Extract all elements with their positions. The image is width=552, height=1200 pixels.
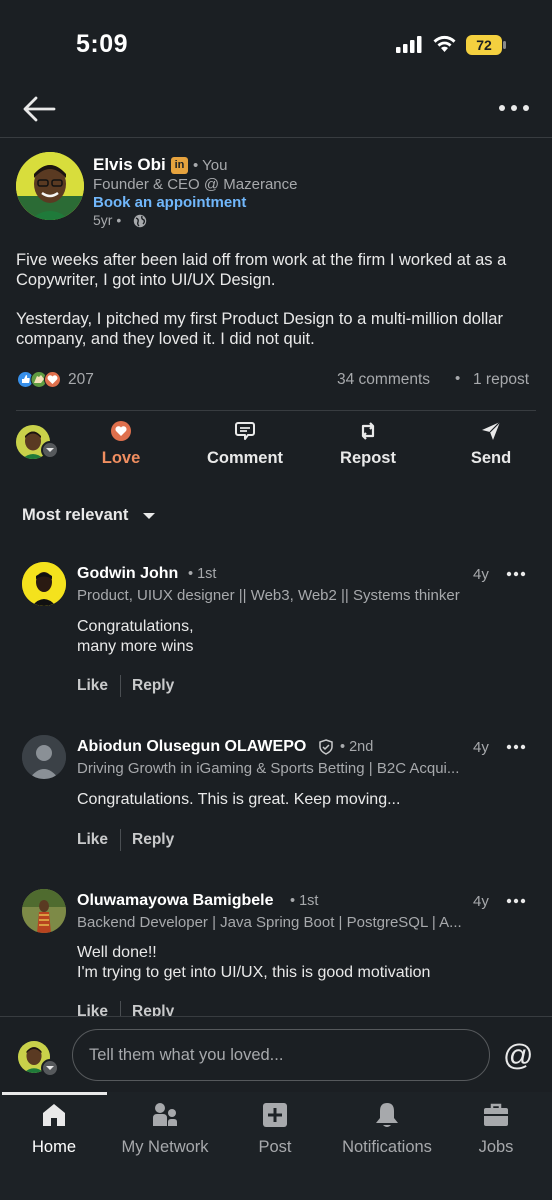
- connection-degree: • 2nd: [340, 739, 374, 755]
- comment-time: 4y: [473, 893, 489, 910]
- nav-post[interactable]: Post: [246, 1100, 304, 1157]
- send-label: Send: [470, 449, 512, 467]
- comment-line: many more wins: [77, 638, 194, 655]
- battery-icon: 72: [466, 35, 506, 55]
- comment-composer: @: [0, 1016, 552, 1092]
- commenter-headline: Backend Developer | Java Spring Boot | P…: [77, 914, 462, 931]
- comment-more-icon[interactable]: [506, 743, 526, 751]
- repost-label: Repost: [340, 449, 396, 467]
- commenter-name[interactable]: Oluwamayowa Bamigbele: [77, 892, 274, 910]
- repost-count[interactable]: 1 repost: [473, 371, 529, 389]
- comment-text: Congratulations. This is great. Keep mov…: [77, 790, 527, 810]
- like-comment-button[interactable]: Like: [77, 677, 108, 695]
- author-headline: Founder & CEO @ Mazerance: [93, 176, 298, 193]
- love-icon: [111, 421, 131, 441]
- verified-shield-icon: [319, 739, 333, 755]
- comment-label: Comment: [206, 449, 284, 467]
- reply-comment-button[interactable]: Reply: [132, 677, 174, 695]
- sort-dropdown[interactable]: Most relevant: [22, 506, 128, 525]
- comment-time: 4y: [473, 739, 489, 756]
- action-divider: [120, 829, 121, 851]
- top-bar: [0, 88, 552, 138]
- mention-button[interactable]: @: [503, 1039, 533, 1073]
- love-button[interactable]: Love: [98, 420, 144, 468]
- commenter-avatar[interactable]: [22, 889, 66, 933]
- comment-line: Congratulations,: [77, 618, 194, 635]
- nav-label: Jobs: [478, 1138, 514, 1156]
- bottom-nav: Home My Network Post Notifications Jobs: [0, 1092, 552, 1200]
- cellular-signal-icon: [396, 36, 422, 53]
- active-tab-indicator: [2, 1092, 107, 1095]
- commenter-headline: Product, UIUX designer || Web3, Web2 || …: [77, 587, 460, 604]
- briefcase-icon: [484, 1103, 508, 1126]
- author-name[interactable]: Elvis Obi: [93, 155, 166, 175]
- commenter-name[interactable]: Godwin John: [77, 565, 178, 583]
- nav-label: Notifications: [342, 1138, 432, 1156]
- caret-down-icon[interactable]: [142, 511, 156, 521]
- reply-comment-button[interactable]: Reply: [132, 831, 174, 849]
- repost-icon: [361, 422, 375, 440]
- post-icon: [263, 1103, 287, 1127]
- love-label: Love: [101, 449, 141, 467]
- comment-time: 4y: [473, 566, 489, 583]
- action-divider: [120, 675, 121, 697]
- network-icon: [153, 1103, 177, 1126]
- author-avatar[interactable]: [16, 152, 84, 220]
- commenter-avatar[interactable]: [22, 562, 66, 606]
- commenter-avatar[interactable]: [22, 735, 66, 779]
- status-bar: 5:09 72: [0, 0, 552, 90]
- repost-button[interactable]: Repost: [335, 420, 401, 468]
- switch-actor-caret-icon[interactable]: [41, 1059, 59, 1077]
- wifi-icon: [433, 35, 456, 52]
- comment-input[interactable]: [72, 1029, 490, 1081]
- status-time: 5:09: [76, 30, 129, 58]
- comment-button[interactable]: Comment: [200, 420, 290, 468]
- book-appointment-link[interactable]: Book an appointment: [93, 194, 246, 211]
- comment-icon: [235, 422, 255, 440]
- nav-jobs[interactable]: Jobs: [468, 1100, 524, 1157]
- post-age: 5yr •: [93, 212, 122, 228]
- comment-line: Congratulations. This is great. Keep mov…: [77, 791, 401, 808]
- nav-label: Home: [31, 1138, 76, 1156]
- post-paragraph: Five weeks after been laid off from work…: [16, 251, 507, 289]
- send-icon: [482, 421, 501, 440]
- nav-my-network[interactable]: My Network: [114, 1100, 216, 1157]
- like-comment-button[interactable]: Like: [77, 831, 108, 849]
- reaction-icons[interactable]: [17, 371, 63, 388]
- battery-level: 72: [476, 37, 492, 53]
- nav-notifications[interactable]: Notifications: [334, 1100, 440, 1157]
- commenter-name[interactable]: Abiodun Olusegun OLAWEPO: [77, 738, 306, 756]
- comment-text: Well done!! I'm trying to get into UI/UX…: [77, 943, 527, 983]
- back-arrow-icon[interactable]: [22, 94, 56, 124]
- comments-count[interactable]: 34 comments: [337, 371, 430, 389]
- comment-line: Well done!!: [77, 944, 157, 961]
- comment-line: I'm trying to get into UI/UX, this is go…: [77, 964, 431, 981]
- post-body: Five weeks after been laid off from work…: [16, 250, 536, 368]
- author-relation: • You: [193, 157, 228, 174]
- nav-label: Post: [258, 1138, 292, 1156]
- globe-icon: [133, 214, 147, 228]
- commenter-headline: Driving Growth in iGaming & Sports Betti…: [77, 760, 460, 777]
- send-button[interactable]: Send: [467, 420, 515, 468]
- nav-home[interactable]: Home: [24, 1100, 84, 1157]
- connection-degree: • 1st: [188, 566, 217, 582]
- connection-degree: • 1st: [290, 893, 319, 909]
- switch-actor-caret-icon[interactable]: [41, 441, 59, 459]
- divider: [16, 410, 536, 411]
- nav-label: My Network: [121, 1138, 209, 1156]
- comment-more-icon[interactable]: [506, 570, 526, 578]
- linkedin-premium-badge-icon: in: [171, 157, 188, 174]
- more-options-icon[interactable]: [498, 102, 530, 114]
- post-paragraph: Yesterday, I pitched my first Product De…: [16, 310, 503, 348]
- reaction-count[interactable]: 207: [68, 371, 94, 389]
- comment-text: Congratulations, many more wins: [77, 617, 527, 657]
- comment-more-icon[interactable]: [506, 897, 526, 905]
- home-icon: [43, 1104, 65, 1126]
- separator-dot: •: [455, 370, 461, 387]
- bell-icon: [376, 1103, 398, 1127]
